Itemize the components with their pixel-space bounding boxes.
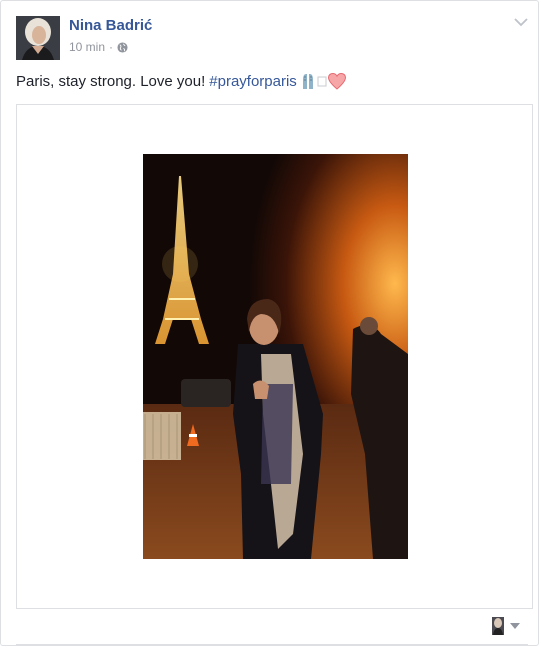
post-meta: 10 min · — [69, 40, 128, 54]
globe-icon[interactable] — [117, 41, 128, 53]
divider — [16, 644, 528, 645]
placeholder-glyph-icon — [317, 76, 327, 87]
post-status: Paris, stay strong. Love you! #prayforpa… — [16, 72, 346, 90]
post-timestamp[interactable]: 10 min — [69, 40, 105, 54]
post-card: Nina Badrić 10 min · Paris, stay strong.… — [0, 0, 539, 646]
post-photo[interactable] — [143, 154, 408, 559]
post-as-selector[interactable] — [492, 617, 520, 635]
author-avatar[interactable] — [16, 16, 60, 60]
status-text: Paris, stay strong. Love you! — [16, 72, 206, 90]
mini-avatar — [492, 617, 504, 635]
post-photo-frame[interactable] — [16, 104, 533, 609]
pray-emoji-icon — [302, 74, 313, 89]
caret-down-icon — [510, 623, 520, 629]
meta-separator: · — [109, 40, 114, 54]
author-name[interactable]: Nina Badrić — [69, 17, 152, 34]
hashtag-link[interactable]: #prayforparis — [209, 73, 297, 90]
chevron-down-icon[interactable] — [514, 17, 528, 27]
heart-emoji-icon — [327, 72, 346, 90]
emoji-group — [300, 72, 346, 90]
